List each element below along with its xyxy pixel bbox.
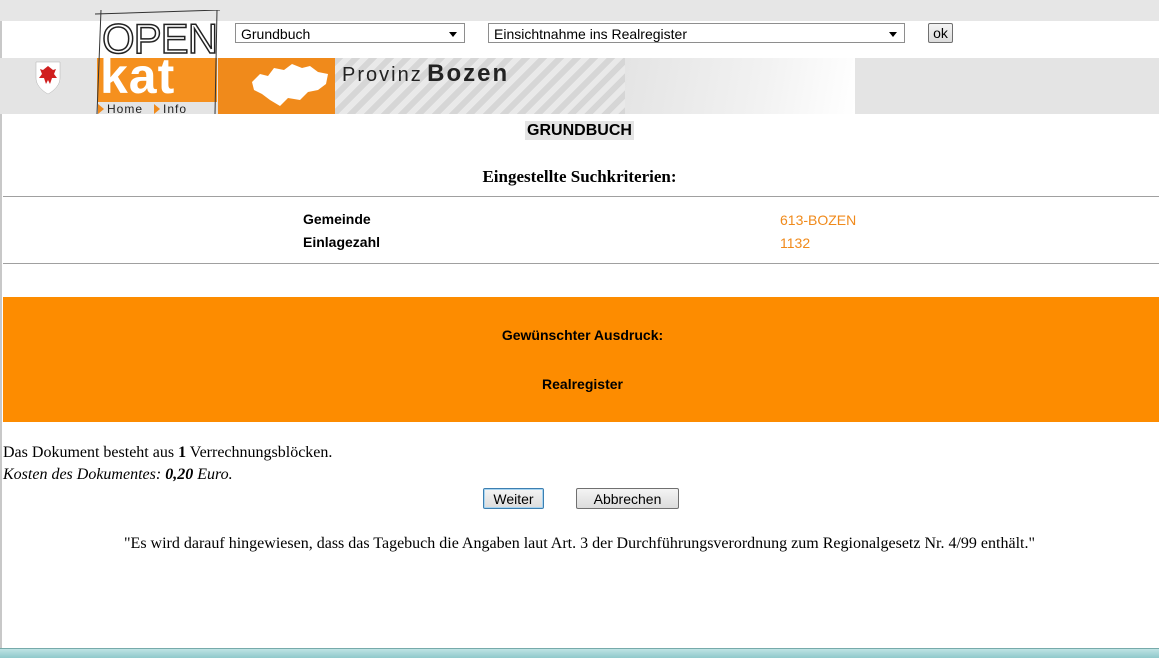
continue-button[interactable]: Weiter: [483, 488, 544, 509]
ok-button[interactable]: ok: [928, 23, 953, 43]
province-label: Provinz: [342, 64, 423, 86]
document-block-count: 1: [178, 444, 187, 461]
cost-suffix: Euro.: [193, 466, 233, 483]
cost-value: 0,20: [165, 466, 194, 483]
province-title: Provinz Bozen: [342, 60, 509, 88]
register-select-value: Grundbuch: [241, 26, 311, 42]
arrow-right-icon: [154, 104, 160, 114]
criteria-label-gemeinde: Gemeinde: [303, 211, 371, 227]
criteria-value-gemeinde: 613-BOZEN: [780, 212, 857, 228]
print-type: Realregister: [542, 376, 623, 392]
south-tyrol-map-icon: [252, 64, 328, 106]
divider: [3, 263, 1159, 264]
action-select[interactable]: Einsichtnahme ins Realregister: [488, 23, 905, 43]
document-cost-text: Kosten des Dokumentes: 0,20 Euro.: [3, 466, 233, 484]
province-name: Bozen: [427, 60, 510, 87]
action-select-value: Einsichtnahme ins Realregister: [494, 26, 687, 42]
legal-note: "Es wird darauf hingewiesen, dass das Ta…: [124, 535, 1035, 552]
document-blocks-text: Das Dokument besteht aus 1 Verrechnungsb…: [3, 444, 332, 462]
print-selection-panel: Gewünschter Ausdruck: Realregister: [3, 297, 1159, 422]
nav-info-label: Info: [163, 102, 188, 116]
divider: [3, 196, 1159, 197]
page-title-wrap: GRUNDBUCH: [0, 121, 1159, 140]
cancel-button[interactable]: Abbrechen: [576, 488, 679, 509]
arrow-right-icon: [98, 104, 104, 114]
header-banner: OPEN kat Home Info Provinz Bozen Grundbu…: [0, 0, 1159, 116]
criteria-heading: Eingestellte Suchkriterien:: [482, 167, 677, 186]
print-heading: Gewünschter Ausdruck:: [501, 327, 664, 343]
header-map-fade: [625, 58, 855, 114]
page-title: GRUNDBUCH: [525, 121, 634, 140]
nav-home-label: Home: [107, 102, 144, 116]
chevron-down-icon: [889, 32, 897, 37]
coat-of-arms-icon: [35, 61, 61, 95]
cost-prefix: Kosten des Dokumentes:: [3, 466, 166, 483]
document-prefix: Das Dokument besteht aus: [3, 444, 179, 461]
criteria-value-einlagezahl: 1132: [780, 235, 811, 251]
criteria-label-einlagezahl: Einlagezahl: [303, 234, 381, 250]
logo-frame-lines: [95, 10, 221, 114]
nav-info-link[interactable]: Info: [154, 102, 187, 116]
register-select[interactable]: Grundbuch: [235, 23, 465, 43]
nav-home-link[interactable]: Home: [98, 102, 143, 116]
document-suffix: Verrechnungsblöcken.: [186, 444, 333, 461]
chevron-down-icon: [449, 32, 457, 37]
